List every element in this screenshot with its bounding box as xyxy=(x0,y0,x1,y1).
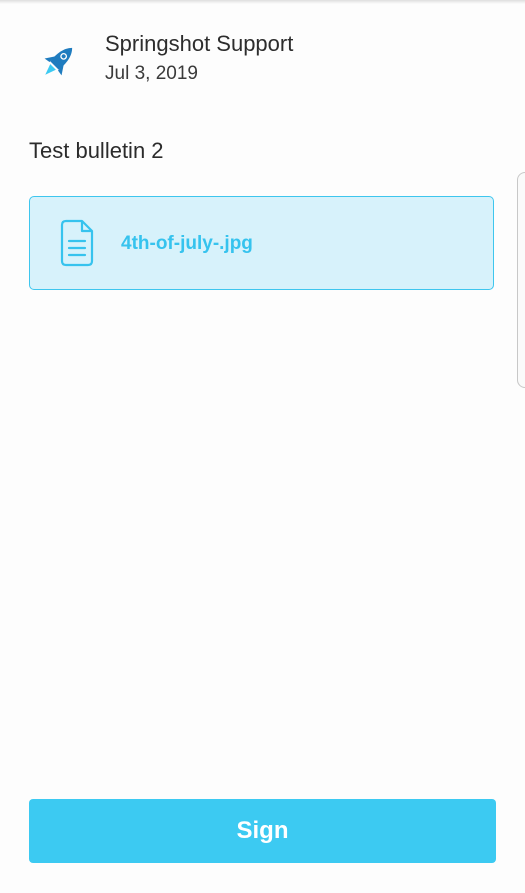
document-icon xyxy=(60,219,94,267)
rocket-icon xyxy=(44,47,73,76)
sender-name: Springshot Support xyxy=(105,31,294,56)
bulletin-title: Test bulletin 2 xyxy=(29,138,164,163)
edge-panel-handle[interactable] xyxy=(517,172,525,388)
bulletin-header: Springshot Support Jul 3, 2019 xyxy=(0,0,525,110)
attachment-file-name: 4th-of-july-.jpg xyxy=(121,233,253,254)
sign-button[interactable]: Sign xyxy=(29,799,496,863)
attachment-card[interactable]: 4th-of-july-.jpg xyxy=(29,196,494,290)
post-date: Jul 3, 2019 xyxy=(105,63,198,84)
